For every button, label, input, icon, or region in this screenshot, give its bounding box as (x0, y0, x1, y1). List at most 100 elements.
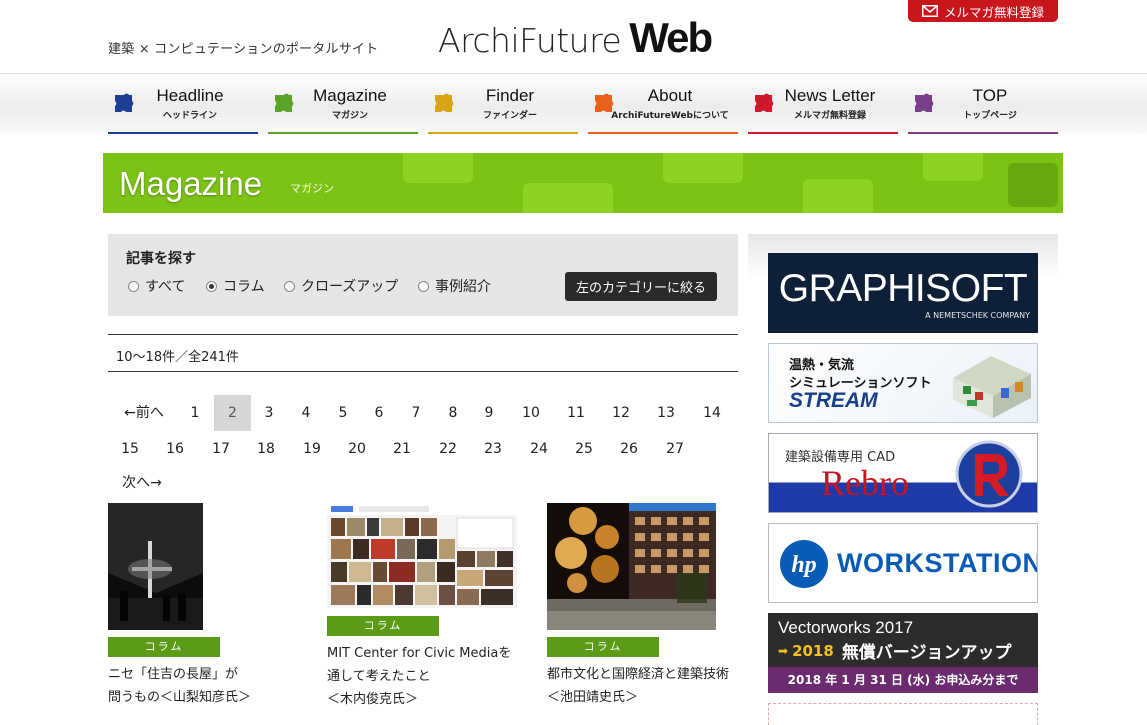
envelope-icon (921, 5, 938, 17)
nav-item-about[interactable]: About ArchiFutureWebについて (588, 74, 738, 134)
filter-submit-button[interactable]: 左のカテゴリーに絞る (565, 272, 717, 301)
page-link[interactable]: 15 (110, 431, 150, 467)
article-thumbnail[interactable] (108, 503, 203, 630)
article-title-line: ニセ「住吉の長屋」が (108, 667, 239, 682)
ad-graphisoft[interactable]: GRAPHISOFT A NEMETSCHEK COMPANY (768, 253, 1038, 333)
banner-puzzle-decoration (403, 153, 473, 183)
pagination-next-link[interactable]: 次へ→ (118, 465, 166, 501)
banner-puzzle-decoration (1008, 163, 1058, 207)
article-thumbnail[interactable] (547, 503, 716, 630)
nav-item-newsletter[interactable]: News Letter メルマガ無料登録 (748, 74, 898, 134)
page-link[interactable]: 16 (155, 431, 195, 467)
radio-button[interactable] (418, 280, 429, 292)
hp-logo-icon: hp (780, 540, 828, 588)
page-link[interactable]: 4 (288, 395, 324, 431)
nav-label-ja: ArchiFutureWebについて (611, 111, 729, 121)
page-link[interactable]: 8 (435, 395, 471, 431)
page-link[interactable]: 13 (646, 395, 686, 431)
pagination-prev-link[interactable]: ←前へ (118, 395, 170, 431)
page-link[interactable]: 18 (246, 431, 286, 467)
page-link[interactable]: 22 (428, 431, 468, 467)
site-logo[interactable]: ArchiFuture Web (438, 14, 713, 64)
nav-item-headline[interactable]: Headline ヘッドライン (108, 74, 258, 134)
article-title-line: 都市文化と国際経済と建築技術 (547, 667, 730, 682)
page-link[interactable]: 11 (556, 395, 596, 431)
nav-label-ja: ファインダー (482, 111, 537, 121)
page-link[interactable]: 27 (655, 431, 695, 467)
nav-item-finder[interactable]: Finder ファインダー (428, 74, 578, 134)
divider (108, 371, 738, 372)
page-link-current: 2 (214, 395, 251, 431)
radio-label: 事例紹介 (435, 279, 491, 295)
nav-label-ja: マガジン (331, 111, 368, 121)
article-title[interactable]: 都市文化と国際経済と建築技術 ＜池田靖史氏＞ (547, 663, 747, 709)
article-title[interactable]: ニセ「住吉の長屋」が 問うもの＜山梨知彦氏＞ (108, 663, 308, 709)
nav-label-en: Headline (156, 86, 224, 105)
article-thumbnail[interactable] (327, 503, 517, 608)
page-link[interactable]: 23 (473, 431, 513, 467)
arrow-right-icon: ➡ (778, 643, 789, 658)
page-link[interactable]: 19 (292, 431, 332, 467)
ad-rebro[interactable]: 建築設備専用 CAD Rebro (768, 433, 1038, 513)
nav-label-en: TOP (972, 86, 1008, 105)
filter-radio-column[interactable]: コラム (206, 276, 265, 296)
ad-graphisoft-sub: A NEMETSCHEK COMPANY (925, 311, 1030, 320)
page-link[interactable]: 1 (177, 395, 213, 431)
ad-vectorworks[interactable]: Vectorworks 2017 ➡ 2018 無償バージョンアップ 2018 … (768, 613, 1038, 693)
page-link[interactable]: 26 (609, 431, 649, 467)
page-link[interactable]: 10 (511, 395, 551, 431)
page-link[interactable]: 24 (519, 431, 559, 467)
article-title[interactable]: MIT Center for Civic Mediaを 通して考えたこと ＜木内… (327, 642, 527, 711)
radio-button[interactable] (128, 280, 139, 292)
ad-vectorworks-year: 2018 (792, 641, 834, 660)
ad-stream-line1: 温熱・気流 (789, 358, 855, 373)
main-nav: Headline ヘッドライン Magazine マガジン Finder ファイ… (0, 73, 1147, 134)
filter-radio-case-study[interactable]: 事例紹介 (418, 276, 491, 296)
page-link[interactable]: 20 (337, 431, 377, 467)
nav-item-magazine[interactable]: Magazine マガジン (268, 74, 418, 134)
nav-underline (268, 132, 418, 134)
ad-hp-workstations[interactable]: hp WORKSTATIONS (768, 523, 1038, 603)
nav-item-top[interactable]: TOP トップページ (908, 74, 1058, 134)
page-link[interactable]: 9 (471, 395, 507, 431)
nav-underline (588, 132, 738, 134)
divider (108, 334, 738, 335)
radio-button-selected[interactable] (206, 280, 217, 292)
radio-label: クローズアップ (301, 279, 399, 295)
ad-partial[interactable] (768, 703, 1038, 725)
banner-puzzle-decoration (803, 179, 873, 213)
page-link[interactable]: 7 (398, 395, 434, 431)
nav-label-ja: トップページ (963, 111, 1017, 121)
logo-archifuture: ArchiFuture (438, 21, 622, 60)
nav-underline (428, 132, 578, 134)
filter-title: 記事を探す (126, 251, 196, 267)
filter-radio-all[interactable]: すべて (128, 276, 185, 296)
category-tag: コラム (108, 637, 220, 657)
sidebar-ads: GRAPHISOFT A NEMETSCHEK COMPANY 温熱・気流 シミ… (748, 234, 1058, 725)
radio-button[interactable] (284, 280, 295, 292)
newsletter-signup-button[interactable]: メルマガ無料登録 (908, 0, 1058, 22)
ad-vectorworks-title: Vectorworks 2017 (778, 618, 914, 637)
result-count: 10～18件／全241件 (116, 350, 239, 365)
filter-radio-closeup[interactable]: クローズアップ (284, 276, 398, 296)
rebro-logo-icon (955, 440, 1023, 508)
page-link[interactable]: 25 (564, 431, 604, 467)
page-link[interactable]: 3 (251, 395, 287, 431)
section-banner: Magazine マガジン (103, 153, 1063, 213)
page-link[interactable]: 14 (692, 395, 732, 431)
page-link[interactable]: 21 (382, 431, 422, 467)
page-link[interactable]: 5 (325, 395, 361, 431)
page-link[interactable]: 12 (601, 395, 641, 431)
banner-puzzle-decoration (663, 153, 743, 183)
ad-graphisoft-name: GRAPHISOFT (778, 267, 1028, 310)
page-link[interactable]: 17 (201, 431, 241, 467)
category-tag: コラム (547, 637, 659, 657)
nav-label-ja: ヘッドライン (162, 111, 217, 121)
nav-underline (908, 132, 1058, 134)
page-link[interactable]: 6 (361, 395, 397, 431)
pagination: ←前へ 1 2 3 4 5 6 7 8 9 10 11 12 13 14 15 … (108, 395, 738, 501)
ad-hp-name: WORKSTATIONS (837, 548, 1037, 578)
nav-label-en: About (647, 86, 693, 105)
ad-rebro-name: Rebro (821, 463, 909, 503)
ad-stream[interactable]: 温熱・気流 シミュレーションソフト STREAM (768, 343, 1038, 423)
